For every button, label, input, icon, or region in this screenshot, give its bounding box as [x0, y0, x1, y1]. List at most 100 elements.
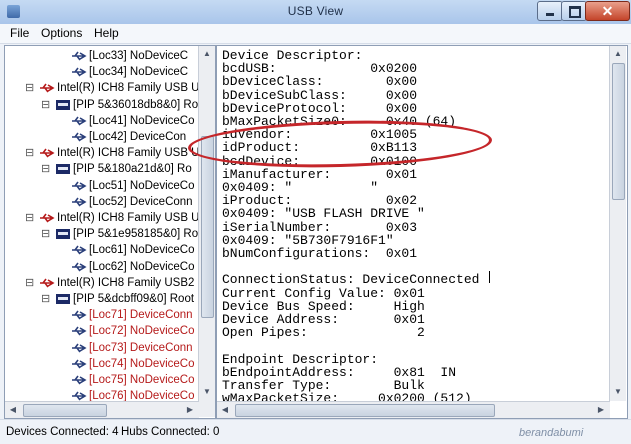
tree-port-item[interactable]: [Loc41] NoDeviceCo — [5, 113, 197, 129]
scroll-down-icon[interactable]: ▼ — [611, 385, 625, 399]
descriptor-hscroll-thumb[interactable] — [235, 404, 495, 417]
scroll-up-icon[interactable]: ▲ — [611, 47, 625, 61]
descriptor-line: Endpoint Descriptor: — [222, 351, 379, 367]
descriptor-line: bDeviceClass: 0x00 — [222, 74, 418, 90]
menu-options[interactable]: Options — [41, 26, 82, 40]
scroll-right-icon[interactable]: ▶ — [594, 403, 608, 417]
menu-bar: File Options Help — [0, 24, 631, 44]
menu-help[interactable]: Help — [94, 26, 119, 40]
minimize-icon — [546, 13, 554, 16]
tree-controller-item[interactable]: ⊟ Intel(R) ICH8 Family USB Ur — [5, 80, 203, 96]
tree-hub-item[interactable]: ⊟ [PIP 5&180a21d&0] Ro — [5, 161, 197, 177]
usb-port-icon — [72, 51, 87, 61]
usb-port-icon — [72, 375, 87, 385]
tree-item-label: [PIP 5&1e958185&0] Ro — [73, 228, 199, 241]
tree-item-label: [Loc52] DeviceConn — [89, 195, 193, 208]
tree-horizontal-scrollbar[interactable]: ◀ ▶ — [5, 401, 199, 418]
scroll-up-icon[interactable]: ▲ — [200, 47, 214, 61]
scroll-right-icon[interactable]: ▶ — [183, 403, 197, 417]
devices-connected: Devices Connected: 4 — [6, 426, 119, 438]
tree-item-label: [Loc71] DeviceConn — [89, 309, 193, 322]
tree-item-label: Intel(R) ICH8 Family USB Ur — [57, 82, 204, 95]
tree-item-label: [Loc72] NoDeviceCo — [89, 325, 195, 338]
tree-controller-item[interactable]: ⊟ Intel(R) ICH8 Family USB Ur — [5, 210, 203, 226]
tree-item-label: [Loc62] NoDeviceCo — [89, 260, 195, 273]
usb-port-icon — [72, 116, 87, 126]
usb-port-icon — [72, 181, 87, 191]
descriptor-horizontal-scrollbar[interactable]: ◀ ▶ — [217, 401, 610, 418]
collapse-icon[interactable]: ⊟ — [41, 97, 50, 113]
descriptor-pane[interactable]: Device Descriptor: bcdUSB: 0x0200 bDeviceC… — [216, 45, 628, 419]
tree-vscroll-thumb[interactable] — [201, 136, 214, 318]
usb-controller-icon — [40, 83, 55, 93]
tree-hscroll-thumb[interactable] — [23, 404, 107, 417]
tree-port-item[interactable]: [Loc51] NoDeviceCo — [5, 178, 197, 194]
tree-item-label: [Loc51] NoDeviceCo — [89, 179, 195, 192]
descriptor-vscroll-thumb[interactable] — [612, 63, 625, 200]
usb-port-icon — [72, 343, 87, 353]
scroll-left-icon[interactable]: ◀ — [218, 403, 232, 417]
tree-item-label: [PIP 5&36018db8&0] Ro — [73, 98, 199, 111]
tree-item-label: [Loc61] NoDeviceCo — [89, 244, 195, 257]
usb-port-icon — [72, 197, 87, 207]
watermark: berandabumi — [519, 427, 584, 439]
tree-item-label: Intel(R) ICH8 Family USB Ur — [57, 212, 204, 224]
device-tree[interactable]: [Loc33] NoDeviceC [Loc34] NoDeviceC ⊟ Intel… — [4, 45, 216, 419]
collapse-icon[interactable]: ⊟ — [25, 210, 34, 226]
collapse-icon[interactable]: ⊟ — [25, 145, 34, 161]
descriptor-vertical-scrollbar[interactable]: ▲ ▼ — [609, 46, 626, 401]
tree-port-item[interactable]: [Loc71] DeviceConn — [5, 307, 197, 323]
close-icon: ✕ — [601, 3, 614, 19]
collapse-icon[interactable]: ⊟ — [25, 80, 34, 96]
collapse-icon[interactable]: ⊟ — [41, 161, 50, 177]
tree-item-label: [Loc74] NoDeviceCo — [89, 357, 195, 370]
usb-port-icon — [72, 132, 87, 142]
hub-icon — [56, 99, 70, 110]
tree-vertical-scrollbar[interactable]: ▲ ▼ — [198, 46, 215, 401]
descriptor-line: ConnectionStatus: DeviceConnected — [222, 272, 480, 288]
descriptor-line: 0x0409: "USB FLASH DRIVE " — [222, 206, 425, 222]
tree-port-item[interactable]: [Loc42] DeviceCon — [5, 129, 197, 145]
hubs-connected: Hubs Connected: 0 — [121, 426, 220, 438]
tree-port-item[interactable]: [Loc62] NoDeviceCo — [5, 259, 197, 275]
descriptor-line: iSerialNumber: 0x03 — [222, 219, 418, 235]
maximize-button[interactable] — [561, 1, 587, 21]
collapse-icon[interactable]: ⊟ — [41, 226, 50, 242]
collapse-icon[interactable]: ⊟ — [41, 291, 50, 307]
tree-port-item[interactable]: [Loc74] NoDeviceCo — [5, 356, 197, 372]
usb-controller-icon — [40, 213, 55, 223]
close-button[interactable]: ✕ — [585, 1, 630, 21]
tree-port-item[interactable]: [Loc72] NoDeviceCo — [5, 323, 197, 339]
tree-hub-item[interactable]: ⊟ [PIP 5&dcbff09&0] Root — [5, 291, 197, 307]
descriptor-line: bNumConfigurations: 0x01 — [222, 246, 418, 261]
scroll-down-icon[interactable]: ▼ — [200, 385, 214, 399]
menu-file[interactable]: File — [10, 26, 29, 40]
scroll-left-icon[interactable]: ◀ — [6, 403, 20, 417]
tree-port-item[interactable]: [Loc33] NoDeviceC — [5, 48, 197, 64]
tree-controller-item[interactable]: ⊟ Intel(R) ICH8 Family USB2 E — [5, 275, 205, 291]
tree-port-item[interactable]: [Loc75] NoDeviceCo — [5, 372, 197, 388]
usb-port-icon — [72, 245, 87, 255]
tree-port-item[interactable]: [Loc61] NoDeviceCo — [5, 242, 197, 258]
minimize-button[interactable] — [537, 1, 563, 21]
title-bar[interactable]: USB View ✕ — [0, 0, 631, 25]
scroll-corner — [199, 401, 215, 417]
tree-controller-item[interactable]: ⊟ Intel(R) ICH8 Family USB Ur — [5, 145, 203, 161]
usb-port-icon — [72, 310, 87, 320]
usb-port-icon — [72, 262, 87, 272]
tree-item-label: [Loc75] NoDeviceCo — [89, 374, 195, 386]
descriptor-line: Open Pipes: 2 — [222, 325, 425, 341]
tree-hub-item[interactable]: ⊟ [PIP 5&36018db8&0] Ro — [5, 97, 199, 113]
tree-port-item[interactable]: [Loc73] DeviceConn — [5, 340, 197, 356]
tree-port-item[interactable]: [Loc34] NoDeviceC — [5, 64, 197, 80]
collapse-icon[interactable]: ⊟ — [25, 275, 34, 291]
tree-port-item[interactable]: [Loc52] DeviceConn — [5, 194, 197, 210]
descriptor-line: bDeviceSubClass: 0x00 — [222, 87, 418, 103]
tree-item-label: [Loc33] NoDeviceC — [89, 50, 189, 62]
tree-item-label: [PIP 5&dcbff09&0] Root — [73, 293, 195, 305]
maximize-icon — [569, 6, 581, 18]
hub-icon — [56, 294, 70, 304]
tree-item-label: Intel(R) ICH8 Family USB2 E — [57, 276, 206, 289]
tree-hub-item[interactable]: ⊟ [PIP 5&1e958185&0] Ro — [5, 226, 199, 242]
hub-icon — [56, 164, 70, 175]
